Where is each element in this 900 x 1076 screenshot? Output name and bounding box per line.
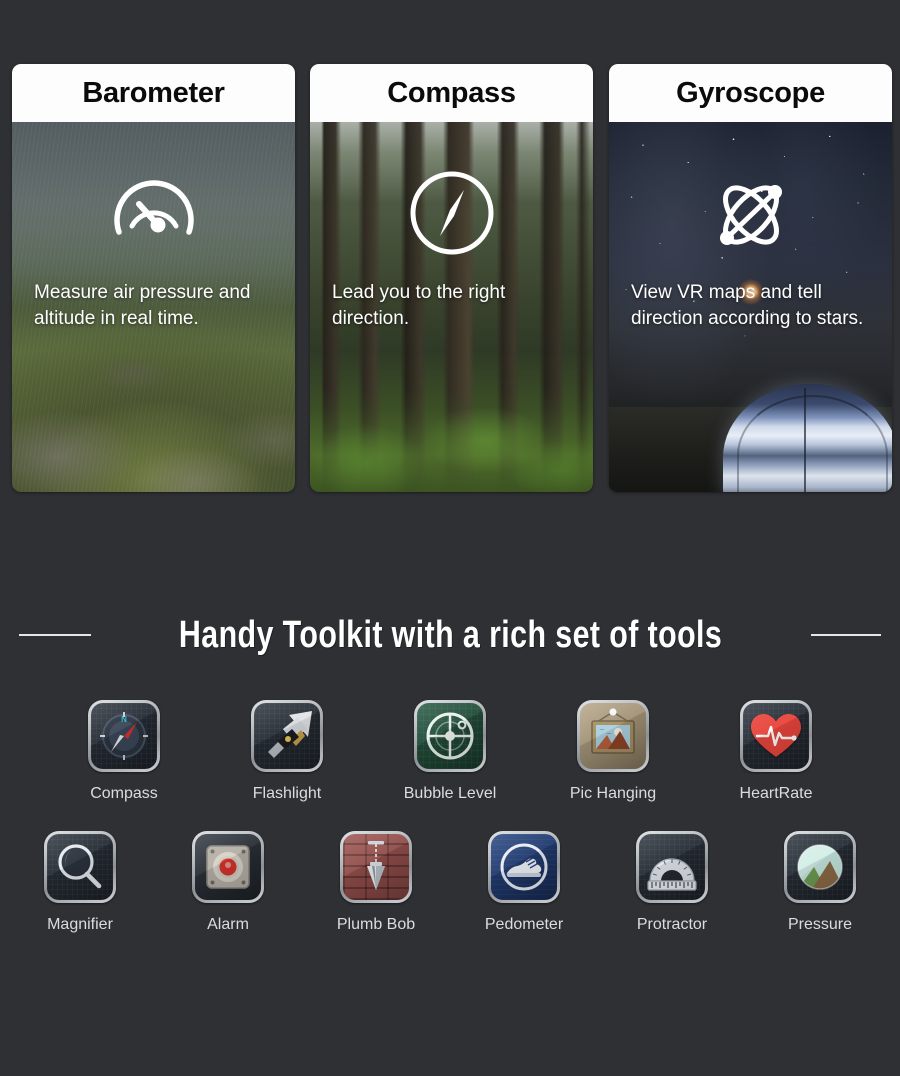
magnifier-app-icon[interactable] — [44, 831, 116, 903]
tool-grid: N Compass Flashlight Bubble Level Pic Ha… — [0, 700, 900, 934]
heading-rule-right — [810, 634, 881, 636]
tool-label: Alarm — [207, 916, 249, 933]
tool-label: Protractor — [636, 916, 708, 933]
tool-item-magnifier[interactable]: Magnifier — [44, 831, 116, 934]
tool-label: Pressure — [787, 916, 853, 933]
tool-label: Magnifier — [47, 916, 113, 933]
tool-item-plumb-bob[interactable]: Plumb Bob — [336, 831, 416, 934]
atom-orbit-icon — [609, 170, 892, 260]
feature-card-header: Compass — [310, 64, 593, 122]
tool-label: Flashlight — [252, 785, 322, 802]
tool-item-flashlight[interactable]: Flashlight — [251, 700, 323, 803]
sneaker-app-icon[interactable] — [488, 831, 560, 903]
feature-card-title: Barometer — [82, 76, 225, 109]
tool-item-heartrate[interactable]: HeartRate — [740, 700, 812, 803]
plumb-bob-app-icon[interactable] — [340, 831, 412, 903]
tool-label: Pic Hanging — [569, 785, 657, 802]
feature-card-barometer[interactable]: Barometer Measure air pressure and altit… — [12, 64, 295, 492]
bubble-level-app-icon[interactable] — [414, 700, 486, 772]
tool-label: Bubble Level — [403, 785, 497, 802]
compass-app-icon[interactable]: N — [88, 700, 160, 772]
tool-row-2: Magnifier Alarm Plumb Bob Pedometer Prot… — [0, 831, 900, 934]
page-title: Handy Toolkit with a rich set of tools — [179, 613, 723, 656]
tool-row-1: N Compass Flashlight Bubble Level Pic Ha… — [0, 700, 900, 803]
tool-label: HeartRate — [739, 785, 813, 802]
tool-item-protractor[interactable]: Protractor — [636, 831, 708, 934]
tool-item-pedometer[interactable]: Pedometer — [484, 831, 564, 934]
feature-card-title: Compass — [387, 76, 516, 109]
feature-cards-section: Barometer Measure air pressure and altit… — [0, 0, 900, 560]
compass-needle-icon — [310, 170, 593, 256]
flashlight-app-icon[interactable] — [251, 700, 323, 772]
feature-card-body: Measure air pressure and altitude in rea… — [12, 122, 295, 492]
tool-item-compass[interactable]: N Compass — [88, 700, 160, 803]
protractor-app-icon[interactable] — [636, 831, 708, 903]
picture-frame-app-icon[interactable] — [577, 700, 649, 772]
feature-card-header: Barometer — [12, 64, 295, 122]
feature-card-body: View VR maps and tell direction accordin… — [609, 122, 892, 492]
tool-item-pressure[interactable]: Pressure — [784, 831, 856, 934]
feature-card-compass[interactable]: Compass Lead you to the right direction. — [310, 64, 593, 492]
feature-card-header: Gyroscope — [609, 64, 892, 122]
tool-item-pic-hanging[interactable]: Pic Hanging — [570, 700, 656, 803]
feature-card-gyroscope[interactable]: Gyroscope View VR maps and tell directio… — [609, 64, 892, 492]
tent — [723, 384, 892, 492]
tool-item-bubble-level[interactable]: Bubble Level — [404, 700, 496, 803]
tool-label: Plumb Bob — [336, 916, 416, 933]
heart-rate-app-icon[interactable] — [740, 700, 812, 772]
heading-rule-left — [19, 634, 92, 636]
tool-item-alarm[interactable]: Alarm — [192, 831, 264, 934]
gauge-icon — [12, 170, 295, 252]
tool-label: Compass — [90, 785, 158, 802]
pressure-landscape-app-icon[interactable] — [784, 831, 856, 903]
tool-label: Pedometer — [484, 916, 564, 933]
section-heading: Handy Toolkit with a rich set of tools — [0, 600, 900, 670]
alarm-button-app-icon[interactable] — [192, 831, 264, 903]
feature-card-title: Gyroscope — [676, 76, 825, 109]
feature-card-body: Lead you to the right direction. — [310, 122, 593, 492]
feature-card-caption: Measure air pressure and altitude in rea… — [34, 282, 251, 329]
feature-card-caption: Lead you to the right direction. — [332, 282, 506, 329]
feature-card-caption: View VR maps and tell direction accordin… — [631, 282, 864, 329]
